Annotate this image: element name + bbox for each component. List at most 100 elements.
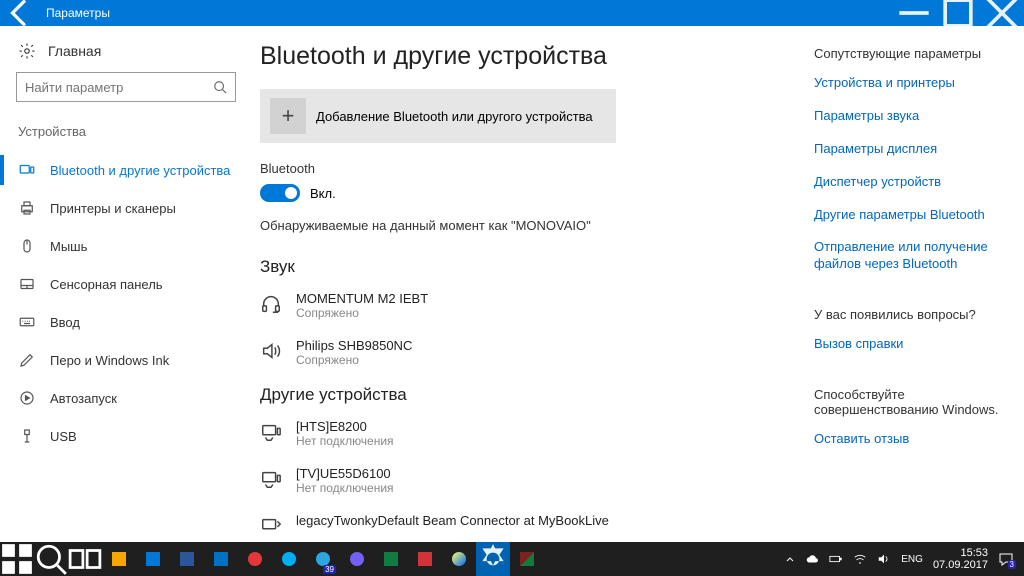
- device-name: [TV]UE55D6100: [296, 466, 394, 481]
- device-status: Нет подключения: [296, 481, 394, 495]
- help-link[interactable]: Вызов справки: [814, 336, 1014, 353]
- related-link[interactable]: Отправление или получение файлов через B…: [814, 239, 1014, 273]
- taskbar-app[interactable]: [510, 542, 544, 576]
- taskbar-app[interactable]: [442, 542, 476, 576]
- taskbar: 39 ENG 15:53 07.09.2017 3: [0, 542, 1024, 576]
- taskbar-app[interactable]: [204, 542, 238, 576]
- home-label: Главная: [48, 43, 101, 59]
- search-box[interactable]: [16, 72, 236, 102]
- device-row[interactable]: MOMENTUM M2 IEBT Сопряжено: [260, 291, 806, 320]
- page-title: Bluetooth и другие устройства: [260, 42, 806, 71]
- taskbar-app[interactable]: [408, 542, 442, 576]
- keyboard-icon: [18, 313, 36, 331]
- search-icon: [213, 80, 227, 94]
- bluetooth-state: Вкл.: [310, 186, 336, 201]
- tray-volume-icon[interactable]: [877, 552, 891, 566]
- taskbar-app[interactable]: [374, 542, 408, 576]
- maximize-button[interactable]: [936, 0, 980, 35]
- device-name: Philips SHB9850NC: [296, 338, 412, 353]
- taskbar-taskview[interactable]: [68, 542, 102, 576]
- sidebar-item-label: USB: [50, 429, 77, 444]
- sidebar-item-label: Bluetooth и другие устройства: [50, 163, 230, 178]
- tray-notifications[interactable]: 3: [998, 551, 1014, 567]
- headset-icon: [260, 293, 282, 315]
- taskbar-app[interactable]: [136, 542, 170, 576]
- device-status: Сопряжено: [296, 306, 428, 320]
- sidebar-item-label: Автозапуск: [50, 391, 117, 406]
- aside: Сопутствующие параметры Устройства и при…: [814, 26, 1024, 542]
- bluetooth-toggle[interactable]: [260, 184, 300, 202]
- sidebar-item-autoplay[interactable]: Автозапуск: [16, 379, 252, 417]
- sidebar: Главная Устройства Bluetooth и другие ус…: [0, 26, 252, 542]
- home-link[interactable]: Главная: [18, 42, 252, 60]
- related-heading: Сопутствующие параметры: [814, 46, 1014, 61]
- related-link[interactable]: Устройства и принтеры: [814, 75, 1014, 92]
- feedback-heading: Способствуйте совершенствованию Windows.: [814, 387, 1014, 417]
- tray-wifi-icon[interactable]: [853, 552, 867, 566]
- search-input[interactable]: [25, 80, 213, 95]
- other-heading: Другие устройства: [260, 385, 806, 405]
- device-status: Сопряжено: [296, 353, 412, 367]
- close-button[interactable]: [980, 0, 1024, 35]
- sidebar-item-label: Принтеры и сканеры: [50, 201, 176, 216]
- device-row[interactable]: legacyTwonkyDefault Beam Connector at My…: [260, 513, 806, 537]
- sidebar-item-printers[interactable]: Принтеры и сканеры: [16, 189, 252, 227]
- discoverable-text: Обнаруживаемые на данный момент как "MON…: [260, 218, 806, 233]
- device-row[interactable]: [TV]UE55D6100 Нет подключения: [260, 466, 806, 495]
- printer-icon: [18, 199, 36, 217]
- device-row[interactable]: Philips SHB9850NC Сопряжено: [260, 338, 806, 367]
- tray-time: 15:53: [960, 547, 988, 559]
- taskbar-app[interactable]: [272, 542, 306, 576]
- taskbar-app[interactable]: [340, 542, 374, 576]
- device-row[interactable]: [HTS]E8200 Нет подключения: [260, 419, 806, 448]
- category-label: Устройства: [18, 124, 252, 139]
- plus-icon: +: [270, 98, 306, 134]
- minimize-button[interactable]: [892, 0, 936, 35]
- device-status: Нет подключения: [296, 434, 394, 448]
- related-link[interactable]: Другие параметры Bluetooth: [814, 207, 1014, 224]
- sidebar-item-label: Мышь: [50, 239, 87, 254]
- sidebar-item-usb[interactable]: USB: [16, 417, 252, 455]
- tray-language[interactable]: ENG: [901, 554, 923, 565]
- tray-up-icon[interactable]: [785, 554, 795, 564]
- related-link[interactable]: Диспетчер устройств: [814, 174, 1014, 191]
- taskbar-app[interactable]: [102, 542, 136, 576]
- gear-icon: [18, 42, 36, 60]
- sidebar-item-typing[interactable]: Ввод: [16, 303, 252, 341]
- feedback-link[interactable]: Оставить отзыв: [814, 431, 1014, 448]
- device-name: MOMENTUM M2 IEBT: [296, 291, 428, 306]
- questions-heading: У вас появились вопросы?: [814, 307, 1014, 322]
- start-button[interactable]: [0, 542, 34, 576]
- related-link[interactable]: Параметры звука: [814, 108, 1014, 125]
- related-link[interactable]: Параметры дисплея: [814, 141, 1014, 158]
- add-device-button[interactable]: + Добавление Bluetooth или другого устро…: [260, 89, 616, 143]
- tray-clock[interactable]: 15:53 07.09.2017: [933, 547, 988, 571]
- tray-date: 07.09.2017: [933, 559, 988, 571]
- taskbar-app[interactable]: [238, 542, 272, 576]
- device-name: legacyTwonkyDefault Beam Connector at My…: [296, 513, 609, 528]
- taskbar-search[interactable]: [34, 542, 68, 576]
- sidebar-item-pen[interactable]: Перо и Windows Ink: [16, 341, 252, 379]
- sidebar-item-touchpad[interactable]: Сенсорная панель: [16, 265, 252, 303]
- window-title: Параметры: [40, 6, 892, 20]
- sidebar-item-mouse[interactable]: Мышь: [16, 227, 252, 265]
- tray-power-icon[interactable]: [829, 552, 843, 566]
- taskbar-app[interactable]: 39: [306, 542, 340, 576]
- titlebar: Параметры: [0, 0, 1024, 26]
- touchpad-icon: [18, 275, 36, 293]
- usb-icon: [18, 427, 36, 445]
- device-name: [HTS]E8200: [296, 419, 394, 434]
- taskbar-app[interactable]: [476, 542, 510, 576]
- pen-icon: [18, 351, 36, 369]
- sidebar-item-label: Ввод: [50, 315, 80, 330]
- media-device-icon: [260, 421, 282, 443]
- tray-cloud-icon[interactable]: [805, 552, 819, 566]
- media-device-icon: [260, 468, 282, 490]
- mouse-icon: [18, 237, 36, 255]
- sound-heading: Звук: [260, 257, 806, 277]
- taskbar-app[interactable]: [170, 542, 204, 576]
- devices-icon: [18, 161, 36, 179]
- sidebar-item-bluetooth[interactable]: Bluetooth и другие устройства: [16, 151, 252, 189]
- add-device-label: Добавление Bluetooth или другого устройс…: [316, 109, 593, 124]
- media-device-icon: [260, 515, 282, 537]
